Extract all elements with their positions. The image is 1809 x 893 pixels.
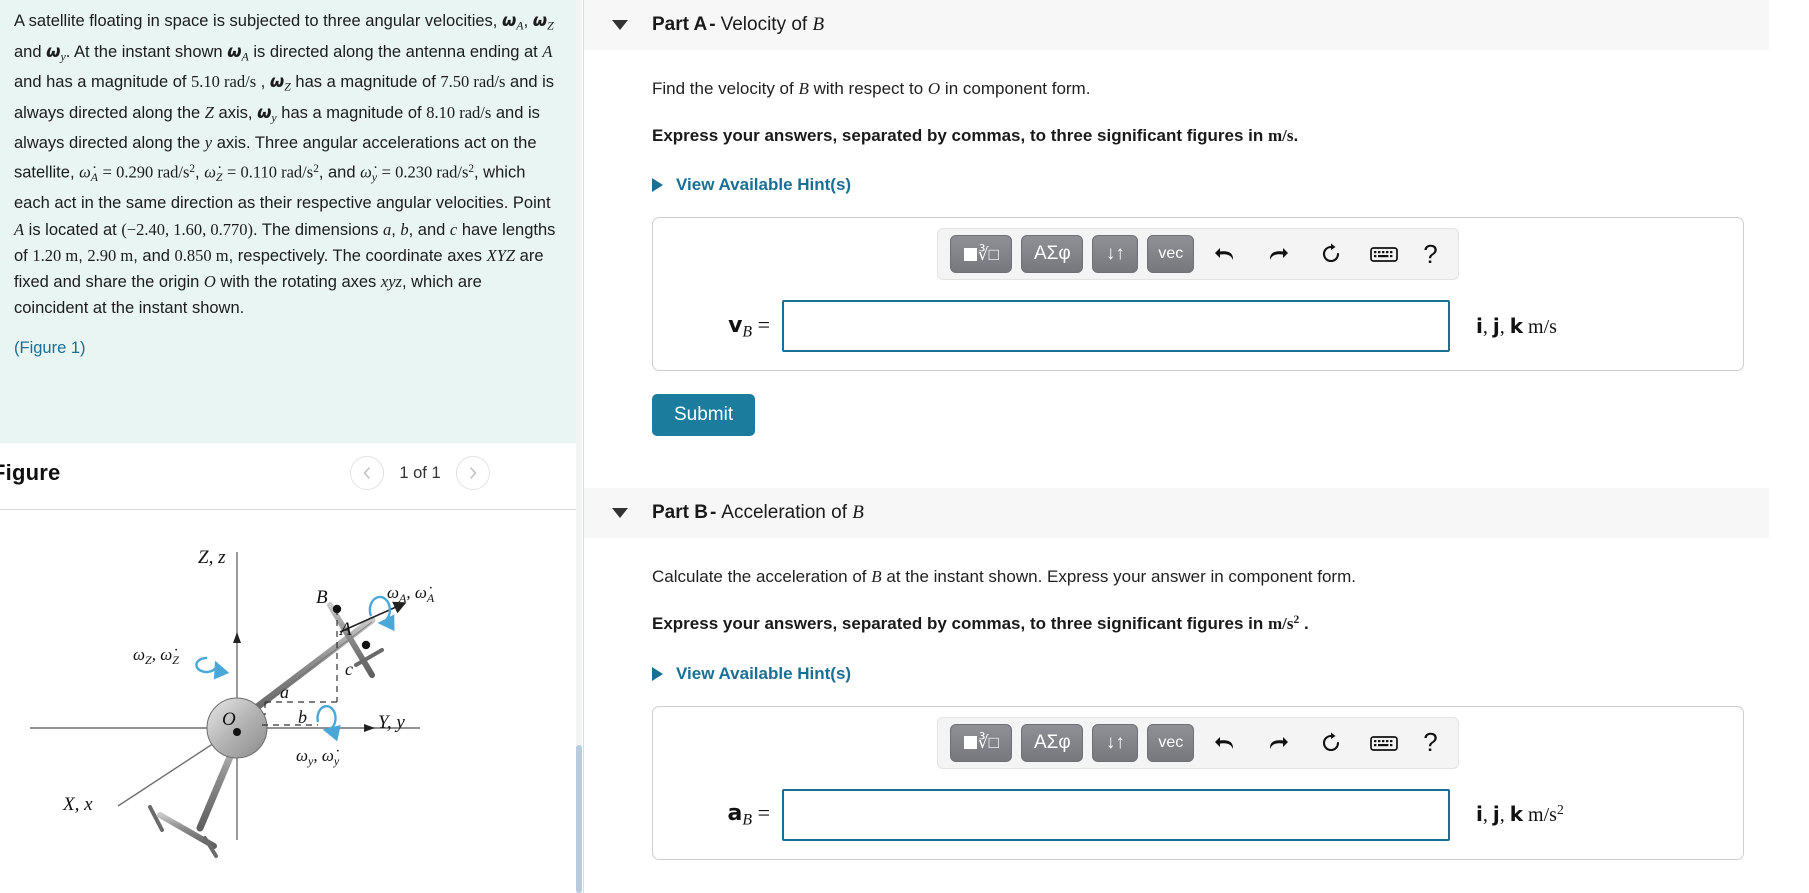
label-dim-a: a (280, 682, 289, 702)
figure-diagram-container: Z, z Y, y X, x O B A a b c ωA, ω̇A ωZ, ω… (0, 510, 578, 893)
part-b-hints-toggle[interactable]: View Available Hint(s) (652, 664, 1809, 684)
undo-icon[interactable] (1203, 235, 1247, 273)
part-b-section: Part B - Acceleration of B Calculate the… (584, 488, 1809, 860)
part-a-header[interactable]: Part A - Velocity of B (584, 0, 1769, 50)
part-b-answer-row: aB = i, j, k m/s2 (653, 788, 1743, 841)
redo-icon[interactable] (1256, 724, 1300, 762)
part-b-mathbar-wrap: ∛□ ΑΣφ ↓↑ vec ? (653, 716, 1743, 769)
help-icon[interactable]: ? (1415, 239, 1445, 270)
part-b-label: Part B (652, 502, 708, 524)
hint-caret-icon (652, 178, 663, 193)
greek-symbols-button[interactable]: ΑΣφ (1021, 723, 1084, 762)
figure-1-link[interactable]: (Figure 1) (14, 339, 86, 357)
part-b-answer-input[interactable] (782, 788, 1450, 841)
vector-button[interactable]: vec (1147, 723, 1195, 762)
redo-icon[interactable] (1256, 235, 1300, 273)
part-a-prompt: Find the velocity of B with respect to O… (652, 79, 1091, 98)
keyboard-icon[interactable] (1362, 724, 1406, 762)
part-a-answer-label: vB = (728, 311, 770, 340)
right-column: Part A - Velocity of B Find the velocity… (584, 0, 1809, 893)
collapse-caret-icon[interactable] (612, 508, 628, 519)
part-a-section: Part A - Velocity of B Find the velocity… (584, 0, 1809, 437)
part-a-hints-label: View Available Hint(s) (676, 175, 852, 195)
undo-icon[interactable] (1203, 724, 1247, 762)
label-omega-a: ωA, ω̇A (387, 583, 435, 605)
hint-caret-icon (652, 666, 663, 681)
template-radical-button[interactable]: ∛□ (950, 235, 1013, 274)
part-a-submit-button[interactable]: Submit (652, 394, 756, 437)
chevron-left-icon[interactable] (350, 456, 384, 490)
part-a-label: Part A (652, 14, 708, 35)
reset-icon[interactable] (1309, 235, 1353, 273)
updown-arrows-button[interactable]: ↓↑ (1092, 235, 1139, 274)
label-axis-z: Z, z (198, 547, 226, 568)
part-a-mathbar-wrap: ∛□ ΑΣφ ↓↑ vec ? (653, 228, 1743, 281)
keyboard-icon[interactable] (1362, 235, 1406, 273)
reset-icon[interactable] (1309, 724, 1353, 762)
part-a-express-instruction: Express your answers, separated by comma… (652, 125, 1299, 145)
figure-title: Figure (0, 460, 61, 485)
label-point-a: A (338, 619, 352, 640)
label-point-b: B (316, 587, 328, 608)
label-axis-y: Y, y (378, 712, 405, 733)
part-b-answer-units: i, j, k m/s2 (1476, 802, 1564, 827)
part-a-answer-card: ∛□ ΑΣφ ↓↑ vec ? vB = i, j, k m/s (652, 217, 1744, 372)
chevron-right-icon[interactable] (456, 456, 490, 490)
part-b-body: Calculate the acceleration of B at the i… (584, 565, 1809, 860)
exercise-page: A satellite floating in space is subject… (0, 0, 1809, 893)
part-b-express-instruction: Express your answers, separated by comma… (652, 613, 1309, 633)
part-a-body: Find the velocity of B with respect to O… (584, 77, 1809, 437)
part-a-subtitle: Velocity of B (720, 14, 825, 35)
figure-reference: (Figure 1) (14, 335, 556, 361)
figure-counter: 1 of 1 (399, 463, 441, 482)
help-icon[interactable]: ? (1415, 727, 1445, 758)
part-b-header[interactable]: Part B - Acceleration of B (584, 488, 1769, 539)
label-axis-x: X, x (62, 794, 93, 815)
left-column: A satellite floating in space is subject… (0, 0, 578, 893)
label-omega-y: ωy, ω̇y (296, 746, 340, 768)
label-omega-z: ωZ, ω̇Z (133, 645, 179, 667)
part-a-hints-toggle[interactable]: View Available Hint(s) (652, 175, 1809, 195)
satellite-diagram: Z, z Y, y X, x O B A a b c ωA, ω̇A ωZ, ω… (30, 547, 435, 858)
part-a-answer-row: vB = i, j, k m/s (653, 300, 1743, 353)
part-a-answer-units: i, j, k m/s (1476, 313, 1557, 338)
figure-header: Figure 1 of 1 (0, 443, 578, 510)
label-dim-c: c (345, 659, 353, 679)
part-a-separator: - (709, 14, 716, 35)
part-b-hints-label: View Available Hint(s) (676, 663, 852, 683)
template-radical-button[interactable]: ∛□ (950, 723, 1013, 762)
updown-arrows-button[interactable]: ↓↑ (1092, 723, 1139, 762)
part-b-answer-label: aB = (727, 799, 770, 829)
collapse-caret-icon[interactable] (612, 20, 628, 30)
label-origin: O (222, 709, 236, 730)
part-a-answer-input[interactable] (782, 300, 1450, 353)
problem-paragraph: A satellite floating in space is subject… (14, 11, 556, 318)
part-b-separator: - (709, 502, 717, 524)
greek-symbols-button[interactable]: ΑΣφ (1021, 235, 1084, 274)
part-b-prompt: Calculate the acceleration of B at the i… (652, 567, 1356, 587)
part-a-math-toolbar: ∛□ ΑΣφ ↓↑ vec ? (937, 228, 1459, 281)
problem-statement-panel: A satellite floating in space is subject… (0, 0, 578, 443)
left-column-scrollbar-thumb[interactable] (576, 745, 582, 893)
figure-navigation: 1 of 1 (350, 456, 490, 490)
problem-text: A satellite floating in space is subject… (0, 0, 578, 362)
part-b-math-toolbar: ∛□ ΑΣφ ↓↑ vec ? (937, 716, 1459, 769)
vector-button[interactable]: vec (1147, 235, 1195, 274)
part-b-subtitle: Acceleration of B (721, 502, 864, 524)
label-dim-b: b (298, 707, 307, 727)
part-b-answer-card: ∛□ ΑΣφ ↓↑ vec ? aB = i, j, k m/s2 (652, 705, 1744, 860)
